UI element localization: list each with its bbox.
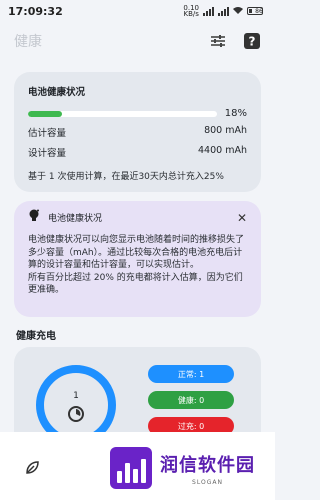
charging-swirl-icon — [67, 405, 85, 427]
status-pill[interactable]: 健康: 0 — [148, 391, 234, 409]
signal-icon — [203, 6, 214, 16]
health-percent: 18% — [224, 108, 247, 119]
battery-health-heading: 电池健康状况 — [28, 87, 86, 98]
net-speed: 0.10 KB/s — [183, 4, 199, 18]
status-bar: 17:09:32 0.10 KB/s 86 — [0, 0, 275, 22]
status-icons: 0.10 KB/s 86 — [183, 4, 267, 18]
brand-logo-icon — [110, 447, 152, 489]
brand-slogan: SLOGAN — [192, 478, 223, 486]
app-bar: 健康 ? — [0, 22, 275, 60]
watermark-brand: 润信软件园 SLOGAN — [104, 440, 264, 496]
design-capacity-label: 设计容量 — [28, 148, 67, 159]
health-note: 基于 1 次使用计算，在最近30天内总计充入25% — [28, 172, 224, 182]
estimated-capacity-label: 估计容量 — [28, 128, 67, 139]
info-card-heading: 电池健康状况 — [48, 214, 103, 224]
battery-health-card: 电池健康状况 18% 估计容量 800 mAh 设计容量 4400 mAh 基于… — [14, 72, 261, 192]
design-capacity-value: 4400 mAh — [198, 145, 247, 156]
design-capacity-row: 设计容量 4400 mAh — [28, 145, 247, 159]
svg-text:?: ? — [249, 35, 256, 49]
page-title: 健康 — [14, 34, 42, 50]
ring-count: 1 — [73, 391, 79, 401]
signal-icon-2 — [218, 6, 229, 16]
lightbulb-icon — [28, 209, 40, 226]
settings-tune-icon[interactable] — [209, 32, 227, 50]
status-time: 17:09:32 — [8, 4, 63, 18]
help-icon[interactable]: ? — [243, 32, 261, 50]
info-card-body: 电池健康状况可以向您显示电池随着时间的推移损失了多少容量（mAh）。通过比较每次… — [28, 235, 245, 296]
status-pill[interactable]: 正常: 1 — [148, 365, 234, 383]
estimated-capacity-value: 800 mAh — [204, 125, 247, 136]
health-progress-bar — [28, 110, 217, 117]
close-icon[interactable]: ✕ — [237, 211, 247, 225]
leaf-icon[interactable] — [24, 460, 40, 480]
healthy-charging-title: 健康充电 — [16, 331, 56, 342]
health-progress-fill — [28, 110, 62, 117]
estimated-capacity-row: 估计容量 800 mAh — [28, 125, 247, 139]
info-card: 电池健康状况 ✕ 电池健康状况可以向您显示电池随着时间的推移损失了多少容量（mA… — [14, 201, 261, 317]
battery-icon — [247, 7, 263, 15]
wifi-icon — [233, 6, 243, 16]
brand-name: 润信软件园 — [160, 454, 255, 476]
charging-status-pills: 正常: 1 健康: 0 过充: 0 — [148, 365, 234, 435]
